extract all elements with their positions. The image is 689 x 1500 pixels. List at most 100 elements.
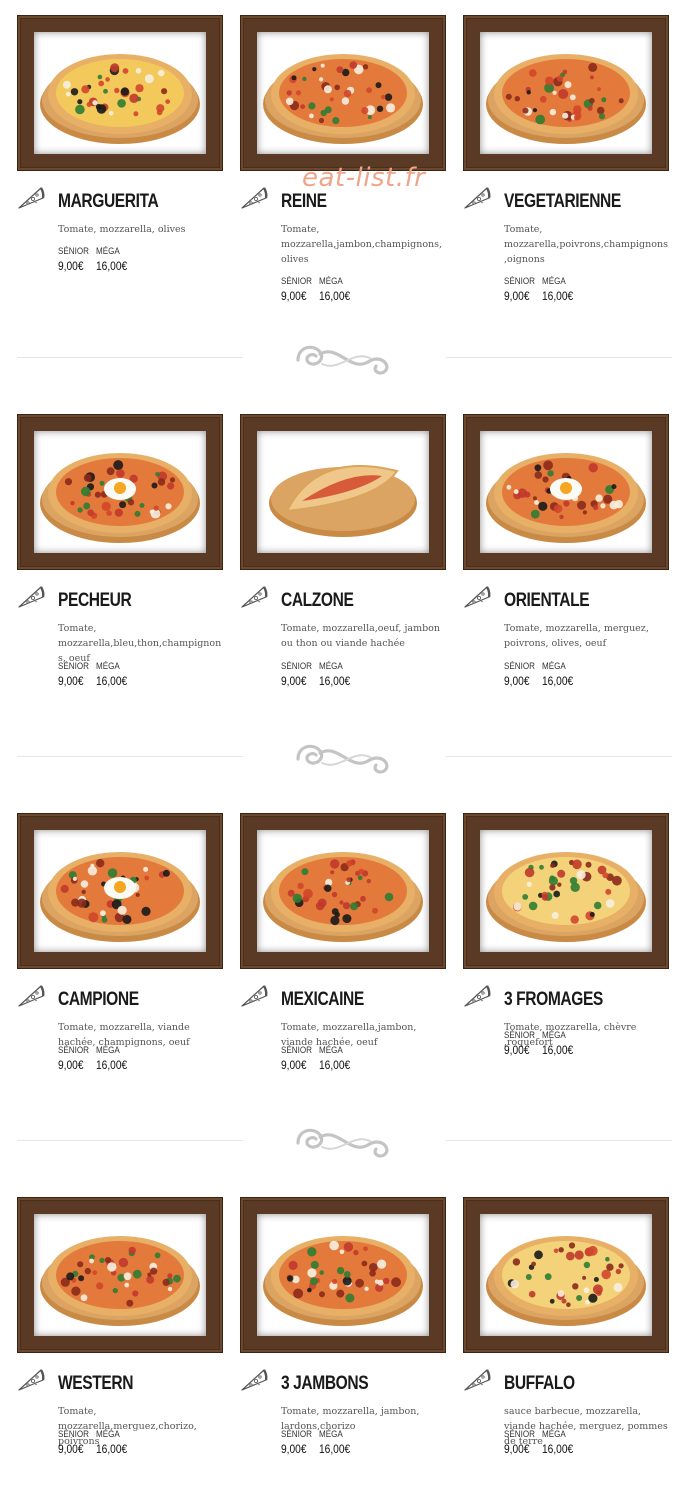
senior-label: SÉNIOR bbox=[58, 1045, 89, 1056]
pizza-photo bbox=[480, 431, 652, 553]
pizza-slice-icon bbox=[18, 187, 45, 209]
pizza-name: VEGETARIENNE bbox=[504, 191, 621, 212]
mega-price: 16,00€ bbox=[319, 1058, 351, 1072]
mega-price: 16,00€ bbox=[96, 1058, 128, 1072]
pizza-photo bbox=[480, 830, 652, 952]
pizza-photo bbox=[34, 830, 206, 952]
pizza-slice-icon bbox=[18, 985, 45, 1007]
mega-label: MÉGA bbox=[542, 1030, 566, 1041]
swirl-ornament-icon bbox=[296, 345, 389, 375]
mega-label: MÉGA bbox=[319, 1045, 343, 1056]
section-divider bbox=[0, 737, 689, 777]
pizza-description: Tomate, mozzarella,jambon,champignons, o… bbox=[281, 224, 443, 265]
mega-price: 16,00€ bbox=[542, 289, 574, 303]
pizza-name: CALZONE bbox=[281, 590, 354, 611]
pizza-name: CAMPIONE bbox=[58, 989, 139, 1010]
section-divider bbox=[0, 338, 689, 378]
pizza-slice-icon bbox=[464, 586, 491, 608]
senior-price: 9,00€ bbox=[281, 289, 307, 303]
pizza-photo bbox=[257, 431, 429, 553]
pizza-name: PECHEUR bbox=[58, 590, 132, 611]
senior-label: SÉNIOR bbox=[281, 276, 312, 287]
divider-line bbox=[17, 357, 243, 358]
watermark: eat-list.fr bbox=[302, 163, 426, 193]
mega-label: MÉGA bbox=[96, 661, 120, 672]
mega-price: 16,00€ bbox=[319, 289, 351, 303]
swirl-ornament-icon bbox=[296, 744, 389, 774]
pizza-name: 3 FROMAGES bbox=[504, 989, 603, 1010]
senior-price: 9,00€ bbox=[281, 1442, 307, 1456]
pizza-photo-frame[interactable] bbox=[17, 1197, 223, 1353]
pizza-photo-frame[interactable] bbox=[17, 414, 223, 570]
pizza-name: ORIENTALE bbox=[504, 590, 590, 611]
pizza-description: Tomate, mozzarella, olives bbox=[58, 224, 186, 235]
mega-price: 16,00€ bbox=[96, 259, 128, 273]
pizza-slice-icon bbox=[241, 985, 268, 1007]
senior-price: 9,00€ bbox=[281, 674, 307, 688]
pizza-photo bbox=[480, 1214, 652, 1336]
pizza-photo bbox=[480, 32, 652, 154]
pizza-description: Tomate, mozzarella,poivrons,champignons,… bbox=[504, 224, 668, 265]
mega-label: MÉGA bbox=[319, 276, 343, 287]
mega-label: MÉGA bbox=[319, 661, 343, 672]
pizza-description: Tomate, mozzarella, merguez, poivrons, o… bbox=[504, 623, 649, 649]
pizza-photo bbox=[34, 32, 206, 154]
section-divider bbox=[0, 1121, 689, 1161]
pizza-name: MEXICAINE bbox=[281, 989, 364, 1010]
senior-label: SÉNIOR bbox=[504, 1429, 535, 1440]
senior-label: SÉNIOR bbox=[281, 1429, 312, 1440]
pizza-slice-icon bbox=[464, 985, 491, 1007]
mega-label: MÉGA bbox=[319, 1429, 343, 1440]
divider-line bbox=[17, 756, 243, 757]
senior-label: SÉNIOR bbox=[281, 661, 312, 672]
pizza-slice-icon bbox=[464, 1369, 491, 1391]
mega-price: 16,00€ bbox=[542, 674, 574, 688]
mega-label: MÉGA bbox=[96, 246, 120, 257]
pizza-photo-frame[interactable] bbox=[463, 15, 669, 171]
senior-label: SÉNIOR bbox=[58, 1429, 89, 1440]
senior-label: SÉNIOR bbox=[58, 246, 89, 257]
divider-line bbox=[17, 1140, 243, 1141]
pizza-photo-frame[interactable] bbox=[240, 414, 446, 570]
senior-label: SÉNIOR bbox=[58, 661, 89, 672]
pizza-photo-frame[interactable] bbox=[240, 1197, 446, 1353]
pizza-photo-frame[interactable] bbox=[240, 15, 446, 171]
pizza-name: REINE bbox=[281, 191, 327, 212]
pizza-name: MARGUERITA bbox=[58, 191, 159, 212]
mega-price: 16,00€ bbox=[319, 674, 351, 688]
pizza-photo-frame[interactable] bbox=[17, 813, 223, 969]
pizza-description: Tomate, mozzarella,bleu,thon,champignons… bbox=[58, 623, 222, 664]
senior-label: SÉNIOR bbox=[281, 1045, 312, 1056]
pizza-slice-icon bbox=[464, 187, 491, 209]
swirl-ornament-icon bbox=[296, 1128, 389, 1158]
senior-price: 9,00€ bbox=[281, 1058, 307, 1072]
senior-price: 9,00€ bbox=[504, 289, 530, 303]
senior-label: SÉNIOR bbox=[504, 661, 535, 672]
pizza-photo-frame[interactable] bbox=[463, 1197, 669, 1353]
pizza-photo-frame[interactable] bbox=[463, 414, 669, 570]
pizza-photo bbox=[34, 1214, 206, 1336]
senior-price: 9,00€ bbox=[58, 259, 84, 273]
pizza-slice-icon bbox=[241, 586, 268, 608]
pizza-slice-icon bbox=[241, 187, 268, 209]
senior-price: 9,00€ bbox=[58, 674, 84, 688]
senior-price: 9,00€ bbox=[58, 1442, 84, 1456]
divider-line bbox=[446, 756, 672, 757]
pizza-photo-frame[interactable] bbox=[463, 813, 669, 969]
pizza-description: Tomate, mozzarella,oeuf, jambon ou thon … bbox=[281, 623, 441, 649]
pizza-photo-frame[interactable] bbox=[240, 813, 446, 969]
pizza-photo-frame[interactable] bbox=[17, 15, 223, 171]
mega-label: MÉGA bbox=[542, 1429, 566, 1440]
divider-line bbox=[446, 1140, 672, 1141]
mega-price: 16,00€ bbox=[319, 1442, 351, 1456]
pizza-photo bbox=[257, 1214, 429, 1336]
pizza-name: WESTERN bbox=[58, 1373, 134, 1394]
mega-label: MÉGA bbox=[542, 661, 566, 672]
senior-label: SÉNIOR bbox=[504, 276, 535, 287]
mega-price: 16,00€ bbox=[96, 1442, 128, 1456]
divider-line bbox=[446, 357, 672, 358]
senior-label: SÉNIOR bbox=[504, 1030, 535, 1041]
senior-price: 9,00€ bbox=[504, 674, 530, 688]
mega-label: MÉGA bbox=[542, 276, 566, 287]
mega-price: 16,00€ bbox=[96, 674, 128, 688]
